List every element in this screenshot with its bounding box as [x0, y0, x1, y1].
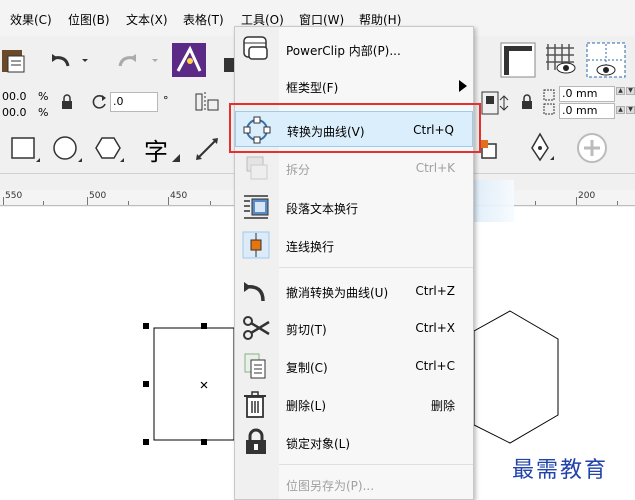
menu-item-label: 剪切(T)	[286, 323, 327, 337]
ruler-tick	[128, 201, 129, 205]
scissors-icon	[243, 316, 270, 340]
rectangle-tool-icon[interactable]	[10, 136, 42, 164]
trash-icon	[244, 391, 266, 418]
hexagon-shape[interactable]	[473, 310, 559, 444]
dimension-tool-icon[interactable]	[194, 136, 226, 164]
pen-tool-icon[interactable]	[524, 132, 556, 164]
menu-item-save-bitmap-as[interactable]: 位图另存为(P)...	[235, 466, 473, 500]
undo-icon	[244, 282, 265, 302]
copy-icon	[244, 353, 266, 379]
menu-item-label: 拆分	[286, 163, 311, 177]
ruler-label-200: 200	[578, 191, 596, 201]
menu-table[interactable]: 表格(T)	[183, 11, 224, 28]
menu-item-delete[interactable]: 删除(L) 删除	[235, 386, 473, 422]
redo-icon[interactable]	[110, 50, 160, 70]
ruler-tick	[87, 197, 88, 205]
corel-connect-icon[interactable]	[172, 43, 206, 77]
ruler-tick	[43, 201, 44, 205]
lock-icon	[246, 428, 266, 454]
menu-item-undo-convert[interactable]: 撤消转换为曲线(U) Ctrl+Z	[235, 273, 473, 309]
ruler-tick	[617, 201, 618, 205]
menu-item-shortcut: Ctrl+Z	[415, 284, 455, 298]
lock-icon[interactable]	[520, 94, 534, 110]
selection-handles[interactable]	[143, 323, 207, 445]
degree-label: °	[163, 94, 169, 107]
highlight-annotation-box	[229, 103, 481, 153]
paragraph-wrap-icon	[244, 195, 269, 219]
rotation-icon	[92, 95, 106, 109]
spin-up-2[interactable]: ▲	[616, 106, 625, 114]
menu-bitmaps[interactable]: 位图(B)	[68, 11, 110, 28]
fill-tool-icon[interactable]	[478, 138, 500, 160]
ruler-tick	[535, 201, 536, 205]
menu-item-shortcut: Ctrl+C	[415, 359, 455, 373]
center-marker	[200, 381, 208, 389]
spin-up-1[interactable]: ▲	[616, 87, 625, 95]
menu-item-label: 撤消转换为曲线(U)	[286, 286, 389, 300]
menu-item-powerclip-inside[interactable]: PowerClip 内部(P)...	[235, 31, 473, 67]
position-x-value[interactable]: 00.0	[2, 90, 27, 103]
ruler-tick	[3, 197, 4, 205]
powerclip-icon	[243, 36, 268, 60]
spin-down-1[interactable]: ▼	[626, 87, 635, 95]
menu-item-label: 位图另存为(P)...	[286, 479, 375, 493]
menu-effects[interactable]: 效果(C)	[10, 11, 52, 28]
menu-item-label: 复制(C)	[286, 361, 328, 375]
menu-item-lock-object[interactable]: 锁定对象(L)	[235, 424, 473, 460]
rulers-icon[interactable]	[500, 42, 536, 78]
nudge-icon[interactable]	[480, 88, 520, 118]
guidelines-icon[interactable]	[586, 42, 626, 78]
selected-rectangle[interactable]	[153, 327, 235, 441]
ruler-tick	[576, 197, 577, 205]
menu-item-label: 框类型(F)	[286, 81, 339, 95]
menu-item-break-apart[interactable]: 拆分 Ctrl+K	[235, 150, 473, 186]
ruler-tick	[210, 201, 211, 205]
percent-label-2: %	[38, 106, 49, 119]
menu-item-label: 删除(L)	[286, 399, 327, 413]
spin-down-2[interactable]: ▼	[626, 106, 635, 114]
ruler-label-500: 500	[89, 191, 107, 201]
break-apart-icon	[246, 156, 268, 180]
text-tool-icon[interactable]: 字	[144, 132, 168, 167]
undo-icon[interactable]	[50, 50, 90, 70]
menu-text[interactable]: 文本(X)	[126, 11, 168, 28]
menu-item-shortcut: 删除	[430, 399, 455, 413]
polygon-tool-icon[interactable]	[94, 136, 126, 164]
menu-item-cut[interactable]: 剪切(T) Ctrl+X	[235, 310, 473, 346]
mirror-icon[interactable]	[192, 90, 226, 116]
lock-ratio-icon[interactable]	[60, 94, 74, 110]
menu-separator	[279, 464, 473, 465]
grid-icon[interactable]	[544, 42, 578, 76]
add-icon[interactable]	[576, 132, 608, 164]
duplicate-x-field[interactable]: .0 mm	[559, 86, 615, 102]
percent-label-1: %	[38, 90, 49, 103]
paste-icon[interactable]	[0, 44, 30, 74]
context-menu: PowerClip 内部(P)... 框类型(F) 转换为曲线(V) Ctrl+…	[234, 26, 474, 500]
menu-separator	[279, 267, 473, 268]
rotation-field[interactable]: .0	[110, 92, 158, 112]
duplicate-distance-icon	[543, 89, 555, 115]
menu-item-copy[interactable]: 复制(C) Ctrl+C	[235, 348, 473, 384]
ruler-tick	[168, 197, 169, 205]
ruler-label-450: 450	[170, 191, 188, 201]
line-wrap-icon	[242, 231, 270, 259]
menu-item-paragraph-wrap[interactable]: 段落文本换行	[235, 189, 473, 225]
ruler-label-550: 550	[5, 191, 23, 201]
menu-item-frame-type[interactable]: 框类型(F)	[235, 68, 473, 104]
menu-item-line-wrap[interactable]: 连线换行	[235, 227, 473, 263]
text-tool-flyout	[172, 154, 180, 162]
menu-item-shortcut: Ctrl+K	[415, 161, 455, 175]
menu-item-label: 锁定对象(L)	[286, 437, 351, 451]
toolbar-partial-icon	[224, 58, 234, 72]
menu-item-label: 连线换行	[286, 240, 335, 254]
menu-item-label: PowerClip 内部(P)...	[286, 44, 401, 58]
ellipse-tool-icon[interactable]	[52, 136, 84, 164]
submenu-arrow-icon	[459, 80, 467, 92]
duplicate-y-field[interactable]: .0 mm	[559, 103, 615, 119]
watermark-text: 最需教育	[512, 458, 609, 483]
menu-item-label: 段落文本换行	[286, 202, 359, 216]
position-y-value[interactable]: 00.0	[2, 106, 27, 119]
menu-item-shortcut: Ctrl+X	[415, 321, 455, 335]
